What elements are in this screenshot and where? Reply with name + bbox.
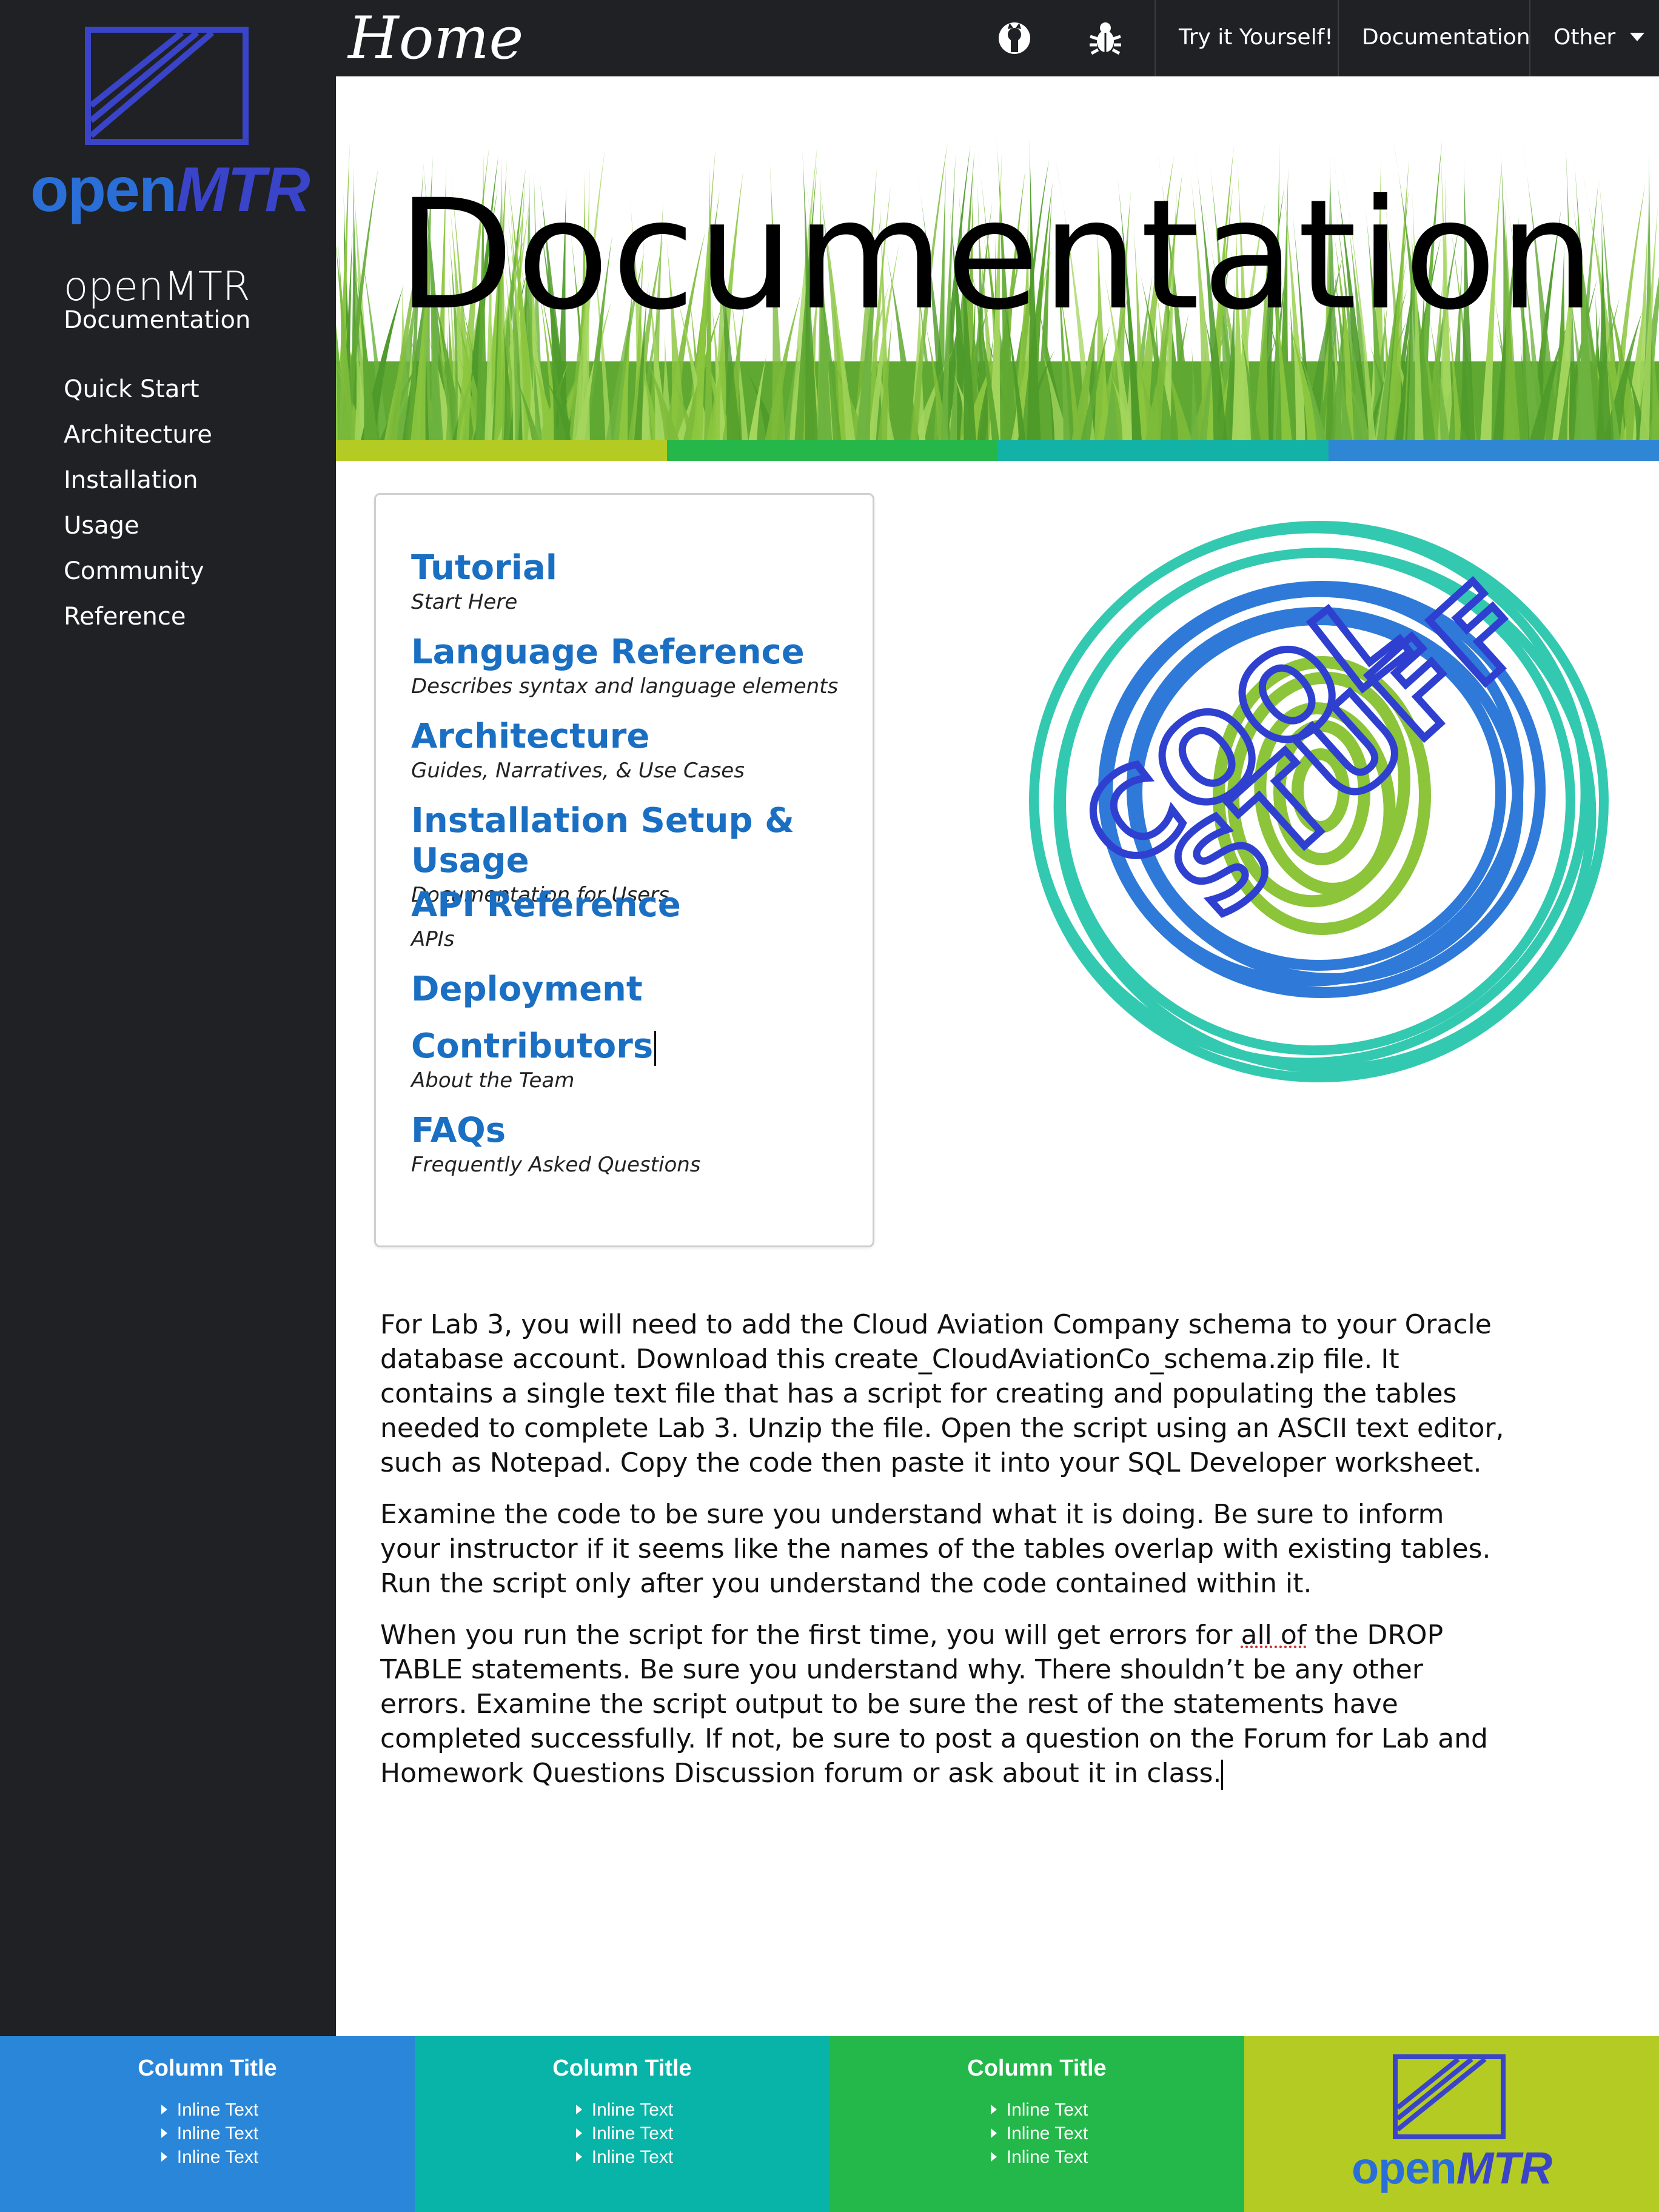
list-item: API Reference APIs: [411, 885, 872, 970]
footer-logo-wordmark: openMTR: [1351, 2143, 1552, 2193]
sidebar-item-architecture[interactable]: Architecture: [64, 417, 212, 462]
sidebar: openMTR openMTR Documentation Quick Star…: [0, 0, 336, 2036]
home-link[interactable]: Home: [348, 5, 523, 72]
footer-link[interactable]: Inline Text: [156, 2098, 258, 2122]
footer-column-1: Column Title Inline Text Inline Text Inl…: [0, 2036, 415, 2212]
color-strip: [336, 440, 1659, 461]
installation-setup-link[interactable]: Installation Setup & Usage: [411, 801, 872, 881]
chevron-down-icon: [1630, 33, 1644, 41]
footer-column-title: Column Title: [552, 2056, 692, 2081]
openmtr-logo[interactable]: openMTR: [30, 22, 310, 228]
logo-wordmark: openMTR: [30, 155, 310, 225]
other-dropdown[interactable]: Other: [1529, 0, 1659, 76]
paragraph-1: For Lab 3, you will need to add the Clou…: [380, 1309, 1504, 1478]
architecture-link[interactable]: Architecture: [411, 717, 872, 757]
cool-stuff-scribble-image: COOL STUFF: [1029, 521, 1609, 1082]
bug-icon[interactable]: [1082, 15, 1129, 62]
paragraph-2: Examine the code to be sure you understa…: [380, 1499, 1491, 1599]
footer-column-title: Column Title: [138, 2056, 277, 2081]
footer-column-2: Column Title Inline Text Inline Text Inl…: [415, 2036, 830, 2212]
footer-link-list: Inline Text Inline Text Inline Text: [571, 2098, 673, 2169]
sidebar-title: openMTR: [64, 263, 250, 310]
list-item: Deployment: [411, 970, 872, 1027]
architecture-desc: Guides, Narratives, & Use Cases: [411, 759, 745, 783]
footer-link-list: Inline Text Inline Text Inline Text: [156, 2098, 258, 2169]
footer: Column Title Inline Text Inline Text Inl…: [0, 2036, 1659, 2212]
tutorial-link[interactable]: Tutorial: [411, 548, 872, 588]
footer-link[interactable]: Inline Text: [571, 2098, 673, 2122]
footer-link[interactable]: Inline Text: [571, 2145, 673, 2169]
documentation-link[interactable]: Documentation: [1338, 0, 1530, 76]
doc-link-list: Tutorial Start Here Language Reference D…: [411, 548, 872, 1195]
footer-link[interactable]: Inline Text: [571, 2122, 673, 2145]
language-reference-desc: Describes syntax and language elements: [411, 674, 839, 699]
footer-link-list: Inline Text Inline Text Inline Text: [986, 2098, 1088, 2169]
faqs-desc: Frequently Asked Questions: [411, 1153, 701, 1177]
other-label: Other: [1553, 25, 1616, 50]
text-cursor: [654, 1030, 657, 1066]
contributors-label: Contributors: [411, 1027, 654, 1066]
language-reference-link[interactable]: Language Reference: [411, 632, 872, 672]
strip-segment: [336, 440, 667, 461]
contributors-desc: About the Team: [411, 1068, 575, 1093]
sidebar-item-reference[interactable]: Reference: [64, 598, 212, 644]
text-cursor: [1221, 1760, 1224, 1790]
footer-link[interactable]: Inline Text: [986, 2122, 1088, 2145]
footer-link[interactable]: Inline Text: [986, 2145, 1088, 2169]
p3-part-a: When you run the script for the first ti…: [380, 1620, 1241, 1651]
footer-column-3: Column Title Inline Text Inline Text Inl…: [830, 2036, 1244, 2212]
faqs-link[interactable]: FAQs: [411, 1111, 872, 1151]
list-item: Language Reference Describes syntax and …: [411, 632, 872, 717]
list-item: Architecture Guides, Narratives, & Use C…: [411, 717, 872, 801]
strip-segment: [1328, 440, 1659, 461]
list-item: Installation Setup & Usage Documentation…: [411, 801, 872, 907]
logo-frame-icon: [1393, 2054, 1506, 2139]
footer-logo[interactable]: openMTR: [1244, 2036, 1659, 2212]
list-item: Tutorial Start Here: [411, 548, 872, 632]
footer-link[interactable]: Inline Text: [156, 2122, 258, 2145]
try-it-yourself-link[interactable]: Try it Yourself!: [1155, 0, 1338, 76]
footer-column-title: Column Title: [967, 2056, 1107, 2081]
spellcheck-underlined-text: all of: [1241, 1620, 1307, 1651]
documentation-card: Tutorial Start Here Language Reference D…: [374, 493, 874, 1247]
top-navbar: Home Try it Yourself! Documentation Othe…: [336, 0, 1659, 76]
github-icon[interactable]: [991, 15, 1038, 62]
lab-instructions: For Lab 3, you will need to add the Clou…: [380, 1307, 1508, 1808]
paragraph-3: When you run the script for the first ti…: [380, 1618, 1508, 1791]
strip-segment: [997, 440, 1329, 461]
hero-title: Documentation: [397, 167, 1598, 343]
tutorial-desc: Start Here: [411, 590, 518, 614]
contributors-link[interactable]: Contributors: [411, 1027, 872, 1067]
sidebar-item-installation[interactable]: Installation: [64, 462, 212, 508]
deployment-link[interactable]: Deployment: [411, 970, 872, 1010]
sidebar-item-community[interactable]: Community: [64, 553, 212, 598]
api-reference-desc: APIs: [411, 927, 455, 951]
hero-banner: Documentation: [336, 76, 1659, 440]
strip-segment: [666, 440, 997, 461]
api-reference-link[interactable]: API Reference: [411, 885, 872, 925]
sidebar-item-usage[interactable]: Usage: [64, 508, 212, 553]
footer-link[interactable]: Inline Text: [156, 2145, 258, 2169]
list-item: Contributors About the Team: [411, 1027, 872, 1111]
sidebar-item-quick-start[interactable]: Quick Start: [64, 371, 212, 417]
list-item: FAQs Frequently Asked Questions: [411, 1111, 872, 1195]
logo-frame-icon: [85, 27, 249, 145]
sidebar-subtitle: Documentation: [64, 306, 251, 334]
footer-link[interactable]: Inline Text: [986, 2098, 1088, 2122]
sidebar-nav: Quick Start Architecture Installation Us…: [64, 371, 212, 644]
